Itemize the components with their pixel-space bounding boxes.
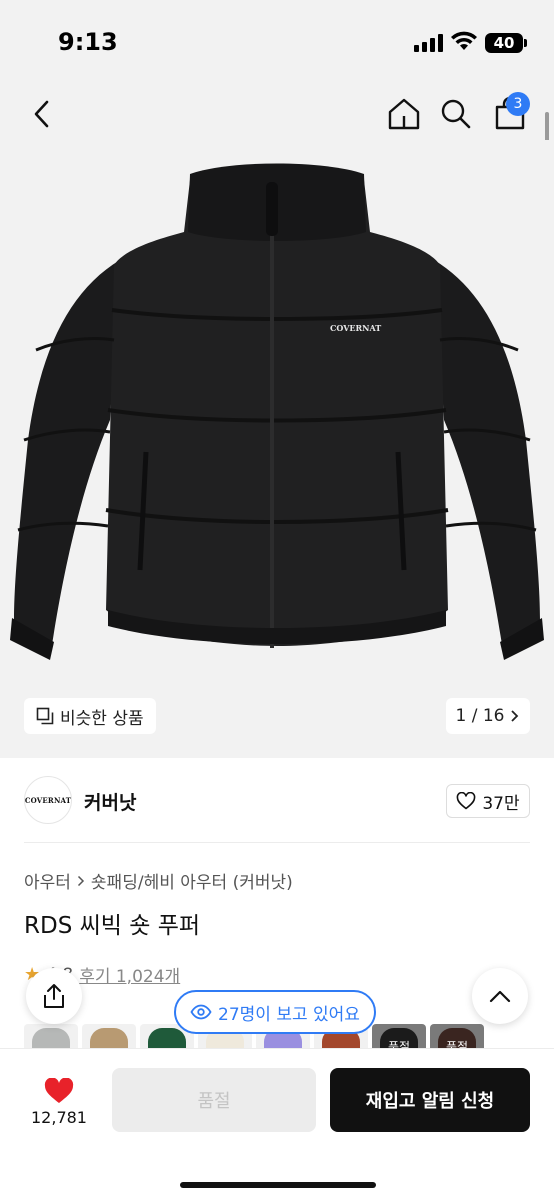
- bottom-action-bar: 12,781 품절 재입고 알림 신청: [0, 1048, 554, 1200]
- share-button[interactable]: [26, 968, 82, 1024]
- viewers-indicator: 27명이 보고 있어요: [174, 990, 376, 1034]
- color-thumbnail[interactable]: [24, 1024, 78, 1048]
- top-nav: 3: [0, 88, 554, 140]
- home-indicator: [180, 1182, 376, 1188]
- wifi-icon: [451, 31, 477, 50]
- battery-icon: 40: [485, 33, 523, 53]
- signal-icon: [414, 34, 443, 52]
- breadcrumb: 아우터 숏패딩/헤비 아우터 (커버낫): [24, 868, 293, 893]
- product-title: RDS 씨빅 숏 푸퍼: [24, 913, 201, 939]
- home-button[interactable]: [384, 92, 424, 136]
- page-indicator: 1 / 16: [455, 706, 505, 726]
- divider: [24, 842, 530, 843]
- breadcrumb-subcategory[interactable]: 숏패딩/헤비 아우터 (커버낫): [91, 868, 293, 893]
- home-icon: [388, 98, 420, 130]
- chevron-right-icon: [77, 875, 84, 886]
- reviews-link[interactable]: 후기 1,024개: [79, 962, 180, 987]
- copy-icon: [36, 707, 54, 725]
- brand-like-button[interactable]: 37만: [446, 784, 530, 818]
- brand-row[interactable]: COVERNAT 커버낫 37만: [24, 774, 530, 826]
- thumbnail-soldout-label: 품절: [387, 1040, 411, 1048]
- share-icon: [44, 984, 64, 1008]
- brand-name[interactable]: 커버낫: [84, 788, 136, 815]
- chevron-up-icon: [489, 990, 511, 1003]
- chevron-right-icon: [511, 710, 519, 722]
- status-time: 9:13: [58, 28, 118, 56]
- color-thumbnail[interactable]: 품절: [430, 1024, 484, 1048]
- thumbnail-jacket: [32, 1028, 70, 1048]
- status-bar: 9:13 40: [0, 0, 554, 88]
- color-thumbnail[interactable]: [82, 1024, 136, 1048]
- wishlist-button[interactable]: 12,781: [22, 1069, 96, 1135]
- breadcrumb-category[interactable]: 아우터: [24, 868, 71, 893]
- wishlist-count: 12,781: [31, 1107, 87, 1127]
- scroll-top-button[interactable]: [472, 968, 528, 1024]
- cart-badge: 3: [506, 92, 530, 116]
- product-image-gallery[interactable]: COVERNAT 비슷한 상품 1 / 16: [0, 140, 554, 758]
- heart-outline-icon: [457, 792, 476, 810]
- eye-icon: [190, 1004, 212, 1020]
- thumbnail-soldout-label: 품절: [445, 1040, 469, 1048]
- similar-products-label: 비슷한 상품: [60, 708, 144, 729]
- thumbnail-jacket: [148, 1028, 186, 1048]
- restock-alert-button[interactable]: 재입고 알림 신청: [330, 1068, 530, 1132]
- viewers-text: 27명이 보고 있어요: [218, 1004, 360, 1025]
- brand-like-count: 37만: [482, 793, 520, 814]
- color-thumbnail[interactable]: 품절: [372, 1024, 426, 1048]
- brand-logo[interactable]: COVERNAT: [24, 776, 72, 824]
- back-button[interactable]: [24, 94, 60, 134]
- puffer-jacket-image: [10, 163, 544, 660]
- search-button[interactable]: [436, 92, 476, 136]
- thumbnail-jacket: [90, 1028, 128, 1048]
- similar-products-button[interactable]: 비슷한 상품: [24, 698, 156, 734]
- jacket-logo: COVERNAT: [330, 323, 382, 333]
- battery-tip: [524, 39, 527, 47]
- search-icon: [441, 99, 471, 129]
- image-pager[interactable]: 1 / 16: [446, 698, 530, 734]
- heart-filled-icon: [44, 1077, 74, 1103]
- sold-out-button[interactable]: 품절: [112, 1068, 316, 1132]
- chevron-left-icon: [34, 100, 49, 128]
